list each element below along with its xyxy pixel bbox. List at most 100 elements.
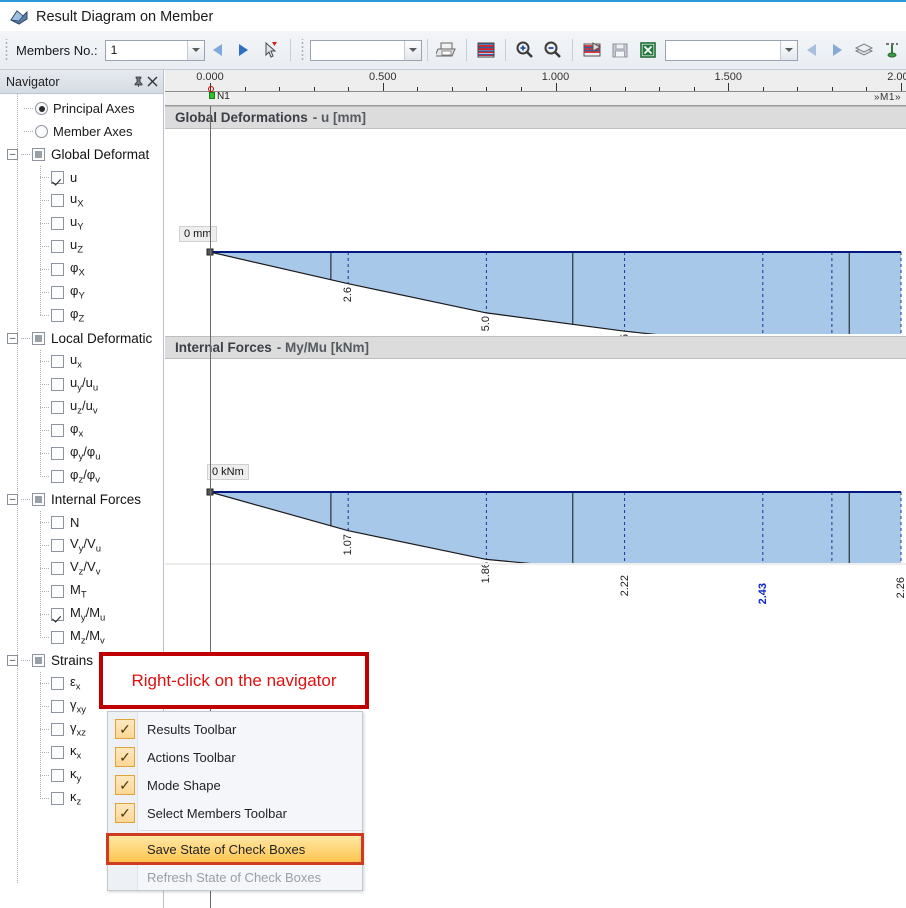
next-member-button[interactable] — [231, 37, 257, 63]
nav-item-0-2[interactable]: uY — [0, 212, 163, 235]
pin-icon[interactable] — [131, 74, 145, 90]
checkbox-icon[interactable] — [51, 516, 64, 529]
checkbox-icon[interactable] — [51, 401, 64, 414]
check-icon[interactable]: ✓ — [115, 803, 135, 823]
nav-axis-option-1[interactable]: Member Axes — [0, 120, 163, 143]
nav-item-1-3[interactable]: φx — [0, 419, 163, 442]
checkbox-icon[interactable] — [51, 562, 64, 575]
nav-item-2-0[interactable]: N — [0, 511, 163, 534]
chart-1-body[interactable]: 2.65.06.57.77.87.60 mm — [165, 129, 906, 365]
layers-button[interactable] — [850, 36, 878, 64]
nav-axis-option-0[interactable]: Principal Axes — [0, 97, 163, 120]
check-icon[interactable]: ✓ — [115, 747, 135, 767]
checkbox-icon[interactable] — [51, 171, 64, 184]
menu-item-1[interactable]: ✓ Actions Toolbar — [108, 743, 362, 771]
menu-item-5: Refresh State of Check Boxes — [108, 863, 362, 891]
radio-icon[interactable] — [35, 102, 48, 115]
nav-item-2-5[interactable]: Mz/Mv — [0, 626, 163, 649]
group-checkbox-icon[interactable] — [32, 493, 45, 506]
collapse-icon[interactable]: – — [7, 333, 18, 344]
collapse-icon[interactable]: – — [7, 655, 18, 666]
members-no-dropdown-button[interactable] — [186, 40, 204, 60]
print-preview-button[interactable] — [578, 36, 606, 64]
checkbox-icon[interactable] — [51, 378, 64, 391]
checkbox-icon[interactable] — [51, 723, 64, 736]
checkbox-icon[interactable] — [51, 309, 64, 322]
menu-item-3[interactable]: ✓ Select Members Toolbar — [108, 799, 362, 827]
pin-results-button[interactable] — [878, 36, 906, 64]
checkbox-icon[interactable] — [51, 424, 64, 437]
group-checkbox-icon[interactable] — [32, 332, 45, 345]
nav-item-0-0[interactable]: u — [0, 166, 163, 189]
toolbar-grip[interactable] — [4, 39, 11, 61]
check-icon[interactable]: ✓ — [115, 775, 135, 795]
nav-item-1-1[interactable]: uy/uu — [0, 373, 163, 396]
checkbox-icon[interactable] — [51, 539, 64, 552]
close-icon[interactable] — [145, 74, 159, 90]
section-divider — [165, 563, 906, 565]
nav-item-0-5[interactable]: φY — [0, 281, 163, 304]
load-case-select[interactable] — [309, 39, 423, 61]
checkbox-icon[interactable] — [51, 240, 64, 253]
group-checkbox-icon[interactable] — [32, 654, 45, 667]
collapse-icon[interactable]: – — [7, 494, 18, 505]
checkbox-icon[interactable] — [51, 194, 64, 207]
chart-2-title: Internal Forces - My/Mu [kNm] — [165, 336, 906, 359]
chart-2-body[interactable]: 1.07 1.86 2.22 2.43 2.26 0 kNm — [165, 359, 906, 604]
load-case-dropdown-button[interactable] — [404, 40, 422, 60]
checkbox-icon[interactable] — [51, 286, 64, 299]
context-menu[interactable]: ✓ Results Toolbar ✓ Actions Toolbar ✓ Mode Sh… — [106, 711, 364, 891]
save-button[interactable] — [606, 36, 634, 64]
checkbox-icon[interactable] — [51, 447, 64, 460]
nav-item-2-2[interactable]: Vz/Vv — [0, 557, 163, 580]
checkbox-icon[interactable] — [51, 355, 64, 368]
checkbox-icon[interactable] — [51, 585, 64, 598]
nav-item-2-1[interactable]: Vy/Vu — [0, 534, 163, 557]
nav-group-1[interactable]: – Local Deformatic — [0, 327, 163, 350]
checkbox-icon[interactable] — [51, 746, 64, 759]
nav-item-1-2[interactable]: uz/uv — [0, 396, 163, 419]
check-icon[interactable]: ✓ — [115, 719, 135, 739]
nav-group-0[interactable]: – Global Deformat — [0, 143, 163, 166]
collapse-icon[interactable]: – — [7, 149, 18, 160]
nav-item-2-4[interactable]: My/Mu — [0, 603, 163, 626]
checkbox-icon[interactable] — [51, 217, 64, 230]
zoom-out-button[interactable] — [539, 36, 567, 64]
group-checkbox-icon[interactable] — [32, 148, 45, 161]
menu-item-0[interactable]: ✓ Results Toolbar — [108, 715, 362, 743]
nav-item-2-3[interactable]: MT — [0, 580, 163, 603]
nav-item-1-5[interactable]: φz/φv — [0, 465, 163, 488]
members-no-input[interactable]: 1 — [104, 39, 205, 61]
nav-item-0-6[interactable]: φZ — [0, 304, 163, 327]
nav-group-2[interactable]: – Internal Forces — [0, 488, 163, 511]
checkbox-icon[interactable] — [51, 677, 64, 690]
checkbox-icon[interactable] — [51, 608, 64, 621]
checkbox-icon[interactable] — [51, 769, 64, 782]
checkbox-icon[interactable] — [51, 631, 64, 644]
nav-item-0-3[interactable]: uZ — [0, 235, 163, 258]
nav-item-1-0[interactable]: ux — [0, 350, 163, 373]
checkbox-icon[interactable] — [51, 700, 64, 713]
checkbox-icon[interactable] — [51, 792, 64, 805]
result-dropdown-button[interactable] — [780, 40, 797, 60]
radio-icon[interactable] — [35, 125, 48, 138]
pick-member-button[interactable] — [257, 36, 285, 64]
ruler-tick-label: 0.000 — [196, 71, 224, 83]
nav-item-0-1[interactable]: uX — [0, 189, 163, 212]
print-button[interactable] — [433, 36, 461, 64]
nav-item-1-4[interactable]: φy/φu — [0, 442, 163, 465]
color-diagram-button[interactable] — [472, 36, 500, 64]
checkbox-icon[interactable] — [51, 470, 64, 483]
excel-export-button[interactable] — [634, 36, 662, 64]
menu-item-2[interactable]: ✓ Mode Shape — [108, 771, 362, 799]
pick-member-icon — [265, 41, 277, 58]
next-result-button[interactable] — [824, 37, 850, 63]
menu-item-4[interactable]: Save State of Check Boxes — [106, 833, 364, 865]
result-value-select[interactable] — [665, 39, 798, 61]
prev-result-button[interactable] — [798, 37, 824, 63]
toolbar-grip-2[interactable] — [299, 39, 307, 61]
nav-item-0-4[interactable]: φX — [0, 258, 163, 281]
zoom-in-button[interactable] — [511, 36, 539, 64]
prev-member-button[interactable] — [205, 37, 231, 63]
checkbox-icon[interactable] — [51, 263, 64, 276]
